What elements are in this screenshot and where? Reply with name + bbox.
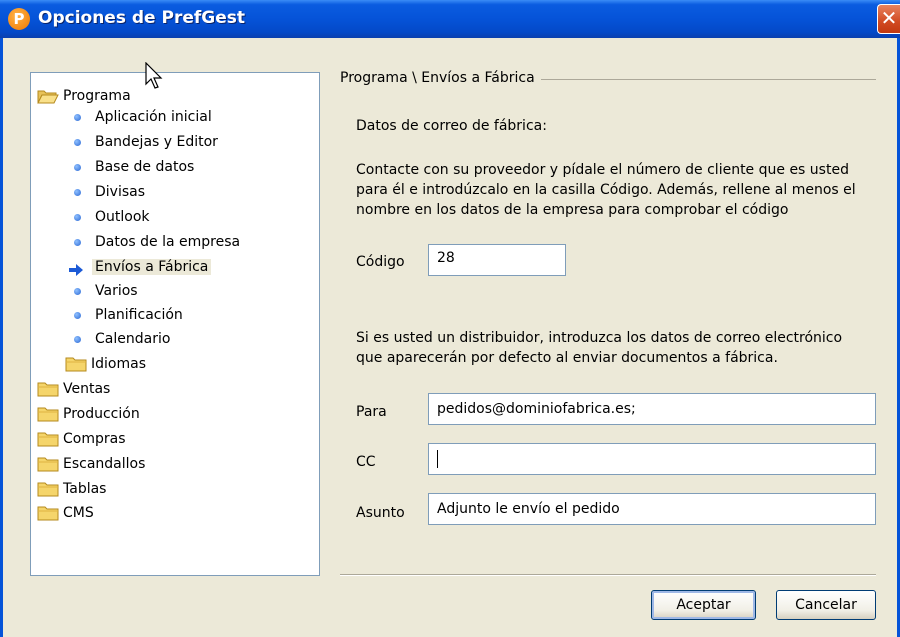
- options-dialog: P Opciones de PrefGest ✕ Programa Aplica…: [0, 0, 900, 637]
- tree-item-label: Producción: [63, 406, 140, 422]
- folder-icon: [65, 356, 87, 372]
- tree-item-bandejas-editor[interactable]: Bandejas y Editor: [69, 131, 218, 153]
- bullet-icon: [74, 335, 81, 343]
- folder-icon: [37, 456, 59, 472]
- text-caret: [437, 450, 438, 468]
- bottom-divider: [340, 574, 876, 576]
- tree-item-ventas[interactable]: Ventas: [37, 378, 110, 400]
- panel-heading: Datos de correo de fábrica:: [356, 118, 547, 134]
- window-frame-left: [0, 38, 3, 637]
- cc-input[interactable]: [428, 443, 876, 475]
- folder-icon: [37, 381, 59, 397]
- bullet-icon: [74, 188, 81, 196]
- tree-item-programa[interactable]: Programa: [37, 85, 131, 107]
- folder-icon: [37, 481, 59, 497]
- bullet-icon: [74, 163, 81, 171]
- bullet-icon: [74, 238, 81, 246]
- tree-item-label: Compras: [63, 431, 126, 447]
- asunto-label: Asunto: [356, 505, 405, 521]
- folder-open-icon: [37, 88, 59, 104]
- bullet-icon: [74, 213, 81, 221]
- close-icon[interactable]: ✕: [877, 4, 900, 34]
- intro-line-2: para él e introdúzcalo en la casilla Cód…: [356, 182, 856, 198]
- tree-item-label: Planificación: [95, 307, 183, 323]
- tree-item-planificacion[interactable]: Planificación: [69, 304, 183, 326]
- folder-icon: [37, 431, 59, 447]
- codigo-label: Código: [356, 254, 405, 270]
- section-title: Programa \ Envíos a Fábrica: [340, 70, 541, 86]
- tree-item-calendario[interactable]: Calendario: [69, 328, 170, 350]
- distrib-line-1: Si es usted un distribuidor, introduzca …: [356, 330, 843, 346]
- tree-item-label: CMS: [63, 505, 94, 521]
- arrow-right-icon: [69, 261, 83, 276]
- tree-item-varios[interactable]: Varios: [69, 280, 138, 302]
- bullet-icon: [74, 311, 81, 319]
- folder-icon: [37, 505, 59, 521]
- window-title: Opciones de PrefGest: [38, 8, 245, 28]
- tree-item-outlook[interactable]: Outlook: [69, 206, 150, 228]
- tree-item-label: Ventas: [63, 381, 111, 397]
- tree-item-label: Calendario: [95, 331, 171, 347]
- options-tree[interactable]: Programa Aplicación inicial Bandejas y E…: [30, 72, 320, 576]
- cancel-button[interactable]: Cancelar: [776, 590, 876, 620]
- tree-item-aplicacion-inicial[interactable]: Aplicación inicial: [69, 106, 212, 128]
- folder-icon: [37, 406, 59, 422]
- tree-item-produccion[interactable]: Producción: [37, 403, 140, 425]
- app-logo-icon: P: [8, 8, 30, 30]
- tree-item-datos-empresa[interactable]: Datos de la empresa: [69, 231, 240, 253]
- tree-item-cms[interactable]: CMS: [37, 502, 94, 524]
- tree-item-divisas[interactable]: Divisas: [69, 181, 145, 203]
- tree-item-escandallos[interactable]: Escandallos: [37, 453, 145, 475]
- tree-item-label: Tablas: [63, 481, 107, 497]
- title-bar[interactable]: P Opciones de PrefGest ✕: [0, 0, 900, 38]
- tree-item-label: Escandallos: [63, 456, 146, 472]
- asunto-input[interactable]: Adjunto le envío el pedido: [428, 493, 876, 525]
- mouse-pointer-icon: [145, 61, 163, 94]
- distrib-line-2: que aparecerán por defecto al enviar doc…: [356, 350, 778, 366]
- bullet-icon: [74, 138, 81, 146]
- cc-label: CC: [356, 454, 376, 470]
- tree-item-compras[interactable]: Compras: [37, 428, 126, 450]
- tree-item-label: Idiomas: [91, 356, 146, 372]
- bullet-icon: [74, 287, 81, 295]
- tree-item-label: Varios: [95, 283, 138, 299]
- codigo-input[interactable]: 28: [428, 244, 566, 276]
- para-label: Para: [356, 404, 387, 420]
- bullet-icon: [74, 113, 81, 121]
- tree-item-label: Divisas: [95, 184, 146, 200]
- tree-item-label: Bandejas y Editor: [95, 134, 218, 150]
- tree-item-label: Aplicación inicial: [95, 109, 212, 125]
- tree-item-label: Outlook: [95, 209, 150, 225]
- tree-item-label: Programa: [63, 88, 131, 104]
- tree-item-base-de-datos[interactable]: Base de datos: [69, 156, 194, 178]
- tree-item-label: Datos de la empresa: [95, 234, 241, 250]
- accept-button[interactable]: Aceptar: [651, 590, 756, 620]
- tree-item-label: Envíos a Fábrica: [92, 259, 212, 275]
- tree-item-idiomas[interactable]: Idiomas: [65, 353, 146, 375]
- intro-line-3: nombre en los datos de la empresa para c…: [356, 202, 789, 218]
- intro-line-1: Contacte con su proveedor y pídale el nú…: [356, 162, 849, 178]
- para-input[interactable]: pedidos@dominiofabrica.es;: [428, 393, 876, 425]
- tree-item-tablas[interactable]: Tablas: [37, 478, 106, 500]
- tree-item-envios-fabrica[interactable]: Envíos a Fábrica: [67, 256, 212, 278]
- tree-item-label: Base de datos: [95, 159, 195, 175]
